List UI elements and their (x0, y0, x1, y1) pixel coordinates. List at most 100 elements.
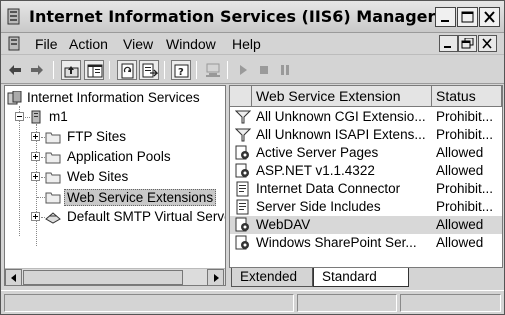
server-computer-icon (31, 110, 41, 124)
child-minimize-button[interactable] (439, 35, 458, 52)
iis-app-icon (7, 8, 20, 25)
extension-status: Allowed (436, 217, 484, 232)
status-bar (1, 290, 504, 314)
list-item[interactable]: All Unknown ISAPI Extens... Prohibit... (230, 126, 502, 144)
tree-item-application-pools[interactable]: Application Pools (5, 148, 225, 167)
tab-extended[interactable]: Extended (231, 268, 313, 287)
scroll-left-button[interactable] (5, 269, 22, 285)
status-bar-pane (297, 294, 397, 312)
expand-toggle[interactable] (31, 152, 40, 161)
column-header-icon[interactable] (230, 86, 252, 107)
tree-item-label: Application Pools (67, 149, 171, 164)
help-button[interactable]: ? (171, 60, 191, 80)
extension-gear-icon (235, 217, 249, 232)
menu-action[interactable]: Action (69, 36, 108, 52)
list-item[interactable]: Server Side Includes Prohibit... (230, 198, 502, 216)
folder-icon (45, 192, 61, 204)
tab-standard[interactable]: Standard (313, 268, 409, 287)
expand-toggle[interactable] (31, 132, 40, 141)
tree-item-server-m1[interactable]: m1 (5, 108, 225, 127)
extension-status: Prohibit... (436, 127, 494, 142)
toolbar-separator (227, 61, 228, 79)
start-button[interactable] (233, 60, 253, 80)
tree-item-iis-root[interactable]: Internet Information Services (5, 89, 225, 108)
tree-item-label: m1 (49, 109, 68, 124)
back-button[interactable] (5, 60, 25, 80)
close-button[interactable] (479, 7, 500, 27)
stop-icon (260, 66, 268, 74)
list-item-selected[interactable]: WebDAV Allowed (230, 216, 502, 234)
export-list-button[interactable] (139, 60, 159, 80)
menu-bar: File Action View Window Help (1, 33, 504, 55)
tree-item-ftp-sites[interactable]: FTP Sites (5, 128, 225, 147)
list-item[interactable]: Windows SharePoint Ser... Allowed (230, 234, 502, 252)
child-close-button[interactable] (478, 35, 497, 52)
extension-name: All Unknown CGI Extensio... (256, 109, 426, 124)
extension-page-icon (236, 181, 249, 197)
scroll-thumb[interactable] (23, 270, 183, 285)
filter-icon (235, 110, 251, 124)
maximize-button[interactable] (457, 7, 478, 27)
status-bar-pane (4, 294, 294, 312)
tree-item-web-sites[interactable]: Web Sites (5, 168, 225, 187)
extension-status: Allowed (436, 235, 484, 250)
menu-file[interactable]: File (35, 36, 58, 52)
connect-computer-icon (206, 63, 220, 77)
folder-icon (45, 172, 61, 184)
connect-computer-button[interactable] (203, 60, 223, 80)
extension-name: Internet Data Connector (256, 181, 401, 196)
close-icon (484, 11, 495, 23)
mmc-document-icon[interactable] (7, 36, 23, 52)
svg-text:?: ? (178, 67, 184, 78)
stop-button[interactable] (254, 60, 274, 80)
extension-status: Prohibit... (436, 181, 494, 196)
restore-icon (461, 38, 474, 49)
show-hide-tree-button[interactable] (84, 60, 104, 80)
extension-gear-icon (235, 145, 249, 160)
expand-toggle[interactable] (31, 212, 40, 221)
column-header-status[interactable]: Status (432, 86, 502, 107)
extension-name: ASP.NET v1.1.4322 (256, 163, 375, 178)
toolbar: ? (1, 56, 504, 84)
iis-manager-window: Internet Information Services (IIS6) Man… (0, 0, 505, 315)
tree-guide-line (37, 197, 45, 198)
child-restore-button[interactable] (458, 35, 477, 52)
list-header-row: Web Service Extension Status (230, 86, 502, 107)
pause-button[interactable] (275, 60, 295, 80)
refresh-button[interactable] (117, 60, 137, 80)
window-title: Internet Information Services (IIS6) Man… (29, 7, 436, 26)
minimize-icon (444, 46, 451, 48)
folder-icon (45, 132, 61, 144)
toolbar-separator (196, 61, 197, 79)
help-icon: ? (174, 64, 189, 78)
extension-gear-icon (235, 163, 249, 178)
tree-item-label: Web Sites (67, 169, 129, 184)
tree-horizontal-scrollbar[interactable] (5, 268, 225, 285)
scroll-right-button[interactable] (207, 269, 224, 285)
list-item[interactable]: All Unknown CGI Extensio... Prohibit... (230, 108, 502, 126)
export-list-icon (142, 63, 158, 78)
expand-toggle[interactable] (31, 172, 40, 181)
results-list-pane[interactable]: Web Service Extension Status All Unknown… (229, 85, 503, 268)
list-item[interactable]: Internet Data Connector Prohibit... (230, 180, 502, 198)
refresh-icon (121, 63, 134, 79)
list-item[interactable]: Active Server Pages Allowed (230, 144, 502, 162)
collapse-toggle[interactable] (15, 112, 24, 121)
maximize-icon (461, 11, 474, 23)
console-tree-pane[interactable]: Internet Information Services m1 FTP Sit… (4, 85, 226, 286)
column-header-extension[interactable]: Web Service Extension (252, 86, 432, 107)
menu-view[interactable]: View (123, 36, 153, 52)
forward-button[interactable] (27, 60, 47, 80)
minimize-button[interactable] (435, 7, 456, 27)
title-bar[interactable]: Internet Information Services (IIS6) Man… (1, 1, 504, 33)
menu-help[interactable]: Help (232, 36, 261, 52)
up-one-level-button[interactable] (61, 60, 81, 80)
list-item[interactable]: ASP.NET v1.1.4322 Allowed (230, 162, 502, 180)
tree-item-web-service-extensions[interactable]: Web Service Extensions (5, 188, 225, 207)
extension-name: WebDAV (256, 217, 311, 232)
toolbar-separator (109, 61, 110, 79)
tree-item-default-smtp[interactable]: Default SMTP Virtual Server (5, 208, 225, 227)
menu-window[interactable]: Window (166, 36, 216, 52)
extension-name: Active Server Pages (256, 145, 379, 160)
extension-name: Windows SharePoint Ser... (256, 235, 417, 250)
